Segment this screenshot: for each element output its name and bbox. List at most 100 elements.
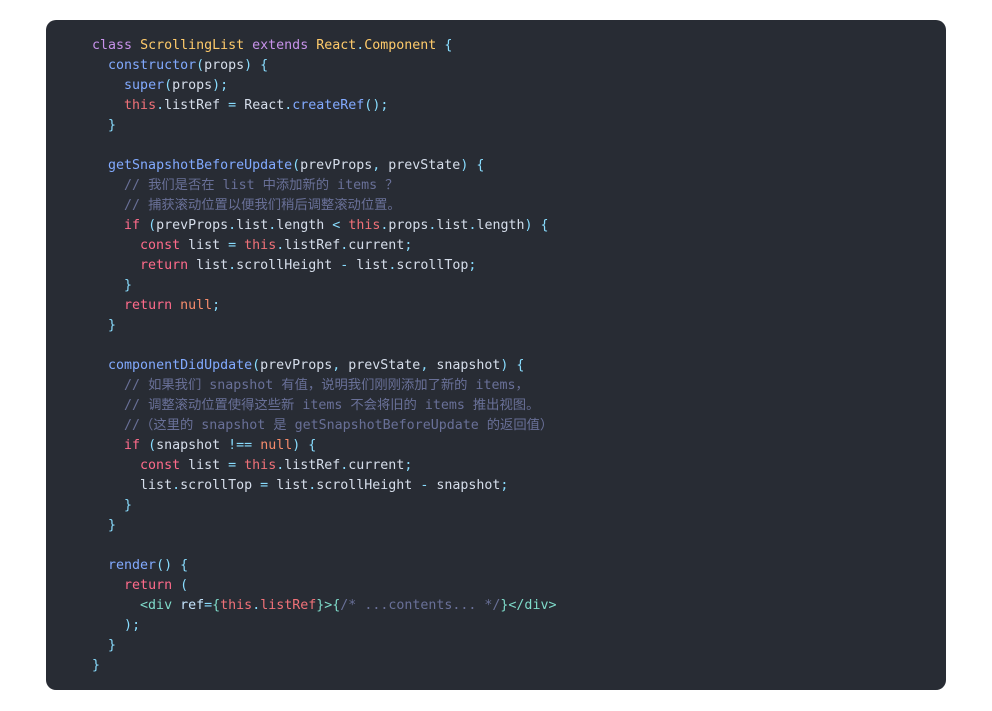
code-token: <div [140,598,173,613]
code-token: createRef [292,98,365,113]
code-token: scrollHeight [316,478,413,493]
code-token: ; [380,98,389,113]
code-token: ( [148,438,157,453]
code-token: { [180,558,189,573]
code-token: . [228,218,237,233]
code-token: ( [156,558,165,573]
code-token: { [516,358,525,373]
code-token: this [244,238,277,253]
code-line: // 捕获滚动位置以便我们稍后调整滚动位置。 [76,196,916,216]
code-token: list [188,238,221,253]
code-token: const [140,458,181,473]
code-token: . [228,258,237,273]
code-content[interactable]: class ScrollingList extends React. Compon… [46,36,946,676]
code-token: current [348,238,405,253]
code-token: null [260,438,293,453]
code-line: if (snapshot !== null) { [76,436,916,456]
code-token: props [172,78,213,93]
code-token: . [252,598,261,613]
code-token: } [108,118,117,133]
code-token: list [356,258,389,273]
code-token: ( [164,78,173,93]
code-token: constructor [108,58,197,73]
code-token: ; [212,298,221,313]
code-token: scrollHeight [236,258,333,273]
code-token: </div> [508,598,557,613]
code-token: = [204,598,213,613]
code-token: = [228,238,237,253]
code-token: . [172,478,181,493]
code-token: prevProps [156,218,229,233]
code-token: } [124,278,133,293]
code-line: constructor(props) { [76,56,916,76]
code-token: ) [524,218,533,233]
code-token: scrollTop [396,258,469,273]
code-token: // 我们是否在 list 中添加新的 items ？ [124,178,399,193]
code-token: snapshot [156,438,221,453]
code-line: return null; [76,296,916,316]
code-token: return [124,578,173,593]
code-line: class ScrollingList extends React.Compon… [76,36,916,56]
code-token: = [228,458,237,473]
code-line: //（这里的 snapshot 是 getSnapshotBeforeUpdat… [76,416,916,436]
code-token: ( [180,578,189,593]
code-token: list [188,458,221,473]
code-line: } [76,496,916,516]
code-token: } [108,638,117,653]
code-line: return list.scrollHeight - list.scrollTo… [76,256,916,276]
code-line: } [76,656,916,676]
code-token: list [140,478,173,493]
code-token: snapshot [436,478,501,493]
code-token: React [316,38,357,53]
code-token: ) [244,58,253,73]
code-block: class ScrollingList extends React. Compon… [46,20,946,690]
code-token: /* ...contents... */ [340,598,501,613]
code-token: ( [292,158,301,173]
code-token: listRef [284,458,341,473]
code-line: } [76,276,916,296]
code-token: return [124,298,173,313]
code-line: list.scrollTop = list.scrollHeight - sna… [76,476,916,496]
code-token: React [244,98,285,113]
code-line: const list = this.listRef.current; [76,236,916,256]
code-token: ( [196,58,205,73]
code-token: //（这里的 snapshot 是 getSnapshotBeforeUpdat… [124,418,554,433]
code-token: list [196,258,229,273]
code-token: ScrollingList [140,38,245,53]
code-token: { [444,38,453,53]
code-token: null [180,298,213,313]
code-token: ref [180,598,205,613]
code-line: return ( [76,576,916,596]
code-token: ; [500,478,509,493]
code-line: } [76,516,916,536]
code-token: // 捕获滚动位置以便我们稍后调整滚动位置。 [124,198,401,213]
code-token: props [204,58,245,73]
